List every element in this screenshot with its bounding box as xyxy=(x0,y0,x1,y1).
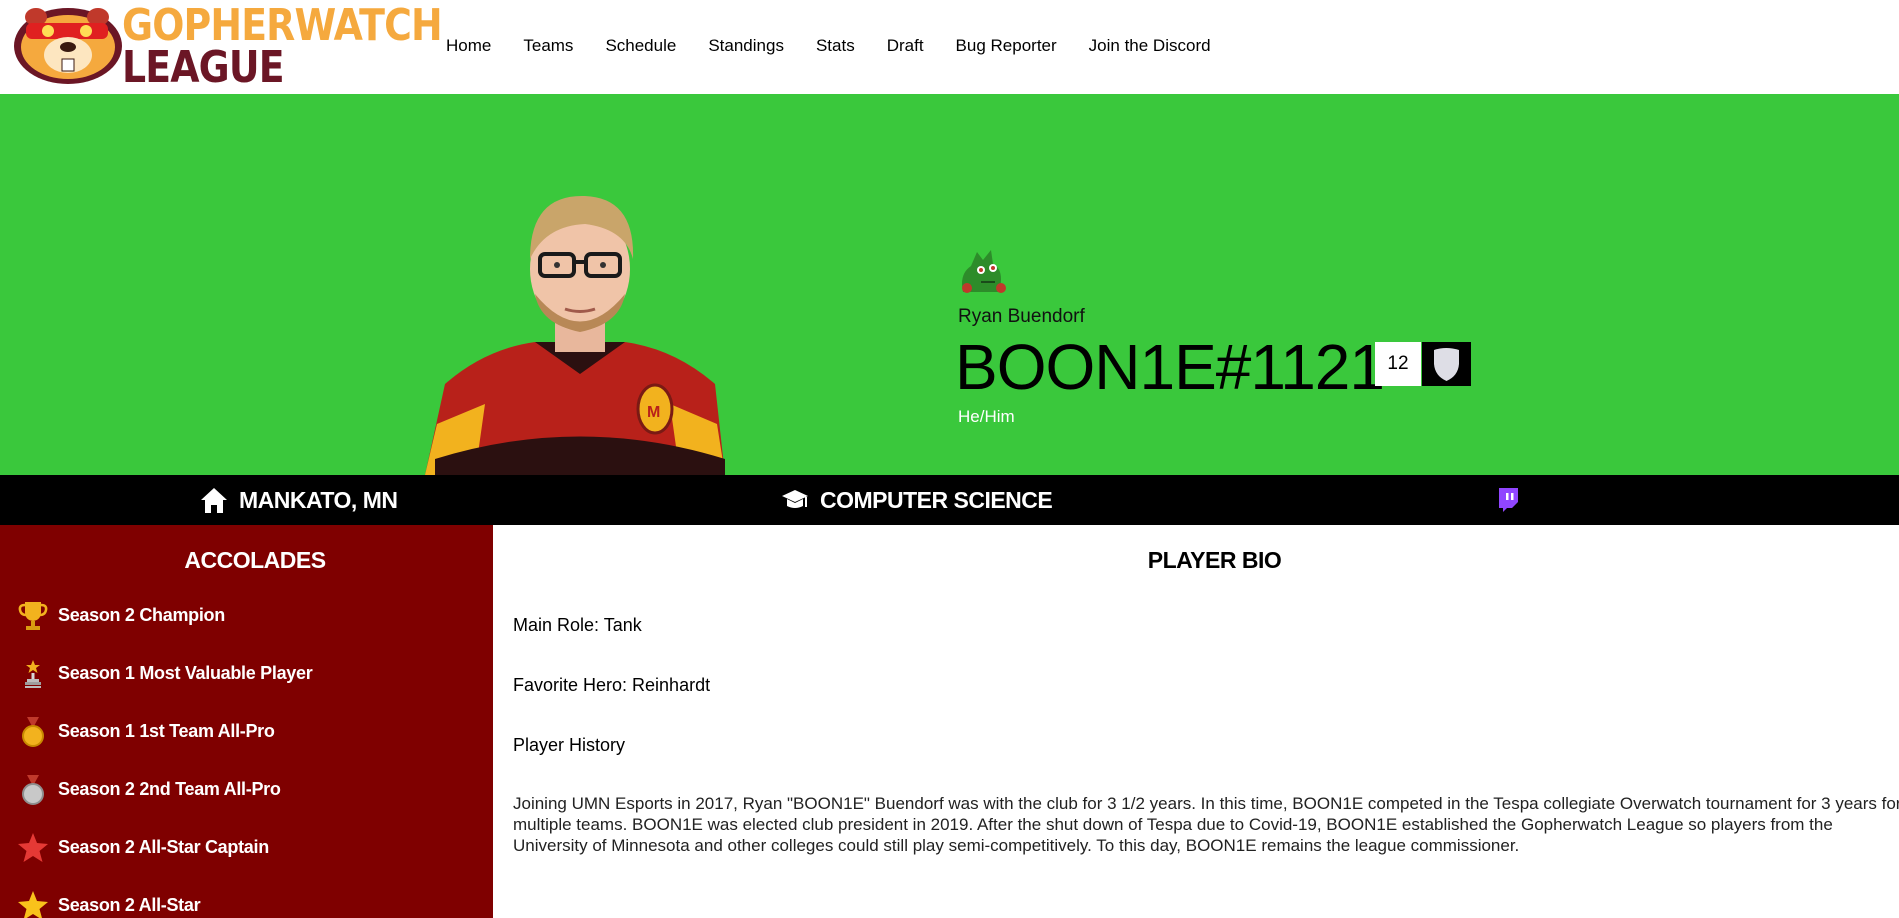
player-history-heading: Player History xyxy=(513,735,626,755)
site-header: GOPHERWATCH LEAGUE Home Teams Schedule S… xyxy=(0,0,1899,94)
bio-title: PLAYER BIO xyxy=(1147,547,1282,573)
major-text: COMPUTER SCIENCE xyxy=(820,486,1053,513)
player-hero: M Ryan Buendorf BOON1E#1121 12 He/Him xyxy=(0,94,1899,475)
rank-number-badge: 12 xyxy=(1375,342,1421,386)
accolade-label: Season 2 All-Star xyxy=(58,895,201,915)
accolade-item: Season 2 All-Star xyxy=(16,891,312,918)
accolade-item: Season 2 All-Star Captain xyxy=(16,833,312,895)
mvp-award-icon xyxy=(16,658,50,692)
team-logo-icon xyxy=(962,250,1006,293)
accolade-item: Season 1 1st Team All-Pro xyxy=(16,717,312,779)
logo-line2: LEAGUE xyxy=(122,42,285,93)
hometown-text: MANKATO, MN xyxy=(239,486,398,513)
accolades-list: Season 2 Champion Season 1 Most Valuable… xyxy=(16,602,313,918)
accolade-label: Season 2 2nd Team All-Pro xyxy=(58,779,281,799)
player-history-text: Joining UMN Esports in 2017, Ryan "BOON1… xyxy=(513,794,1899,855)
accolades-title: ACCOLADES xyxy=(184,547,326,573)
nav-schedule[interactable]: Schedule xyxy=(605,36,676,56)
player-battletag: BOON1E#1121 xyxy=(955,331,1385,403)
accolades-panel: ACCOLADES Season 2 Champion Season 1 Mos… xyxy=(0,525,493,918)
rank-shield-badge xyxy=(1422,342,1471,386)
home-icon xyxy=(201,488,227,513)
gopher-logo-icon xyxy=(14,8,122,84)
nav-stats[interactable]: Stats xyxy=(816,36,855,56)
gold-medal-icon xyxy=(16,716,50,750)
accolade-label: Season 1 1st Team All-Pro xyxy=(58,721,275,741)
twitch-link[interactable] xyxy=(1496,475,1530,525)
accolade-label: Season 2 All-Star Captain xyxy=(58,837,269,857)
player-info-bar: MANKATO, MN COMPUTER SCIENCE xyxy=(0,475,1899,525)
nav-bug-reporter[interactable]: Bug Reporter xyxy=(956,36,1057,56)
hometown-info: MANKATO, MN xyxy=(199,475,398,525)
player-real-name: Ryan Buendorf xyxy=(958,306,1085,327)
gold-star-icon xyxy=(16,890,50,918)
trophy-icon xyxy=(16,600,50,634)
shield-icon xyxy=(1434,348,1459,381)
nav-teams[interactable]: Teams xyxy=(523,36,573,56)
nav-home[interactable]: Home xyxy=(446,36,491,56)
red-star-icon xyxy=(16,832,50,866)
nav-standings[interactable]: Standings xyxy=(708,36,784,56)
favorite-hero: Favorite Hero: Reinhardt xyxy=(513,675,711,695)
accolade-label: Season 2 Champion xyxy=(58,605,225,625)
twitch-icon xyxy=(1499,488,1518,512)
nav-draft[interactable]: Draft xyxy=(887,36,924,56)
accolade-item: Season 2 Champion xyxy=(16,602,312,663)
logo-text: GOPHERWATCH LEAGUE xyxy=(122,4,494,90)
svg-text:M: M xyxy=(647,404,660,421)
accolade-item: Season 2 2nd Team All-Pro xyxy=(16,775,312,837)
nav-join-discord[interactable]: Join the Discord xyxy=(1089,36,1211,56)
player-pronouns: He/Him xyxy=(958,407,1015,426)
player-bio-panel: PLAYER BIO Main Role: Tank Favorite Hero… xyxy=(493,525,1899,918)
graduation-cap-icon xyxy=(782,490,808,508)
accolade-label: Season 1 Most Valuable Player xyxy=(58,663,313,683)
main-nav: Home Teams Schedule Standings Stats Draf… xyxy=(446,36,1243,56)
major-info: COMPUTER SCIENCE xyxy=(780,475,1053,525)
player-photo: M xyxy=(425,195,725,475)
main-role: Main Role: Tank xyxy=(513,615,642,635)
logo-link[interactable]: GOPHERWATCH LEAGUE xyxy=(0,0,443,94)
silver-medal-icon xyxy=(16,774,50,808)
accolade-item: Season 1 Most Valuable Player xyxy=(16,660,313,721)
